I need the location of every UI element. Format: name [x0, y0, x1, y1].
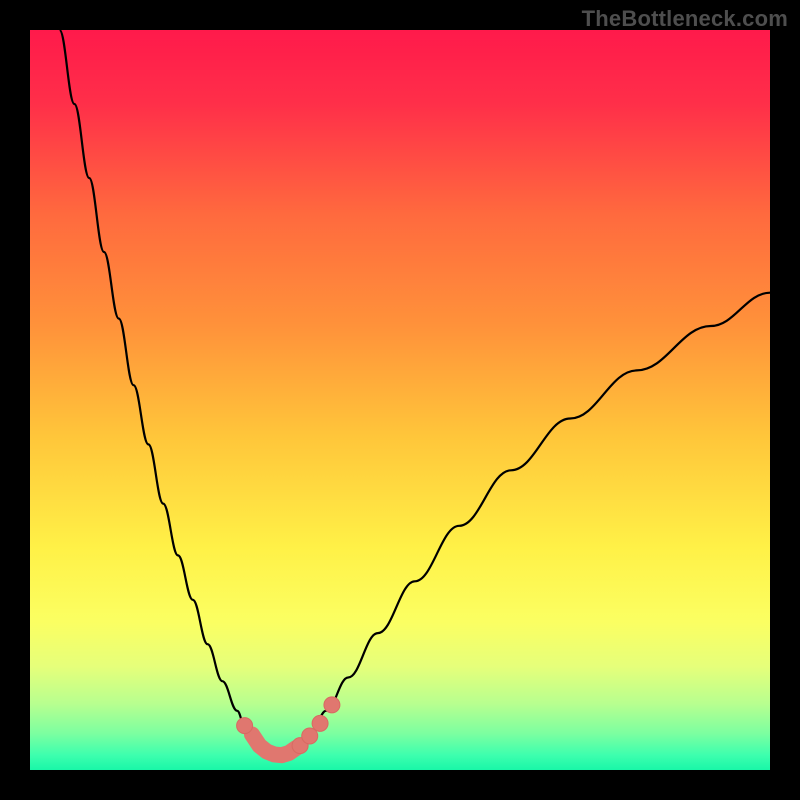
watermark-text: TheBottleneck.com	[582, 6, 788, 32]
chart-svg	[30, 30, 770, 770]
curve-marker	[237, 718, 253, 734]
curve-marker	[312, 715, 328, 731]
chart-frame: TheBottleneck.com	[0, 0, 800, 800]
curve-marker	[324, 697, 340, 713]
plot-area	[30, 30, 770, 770]
gradient-background	[30, 30, 770, 770]
